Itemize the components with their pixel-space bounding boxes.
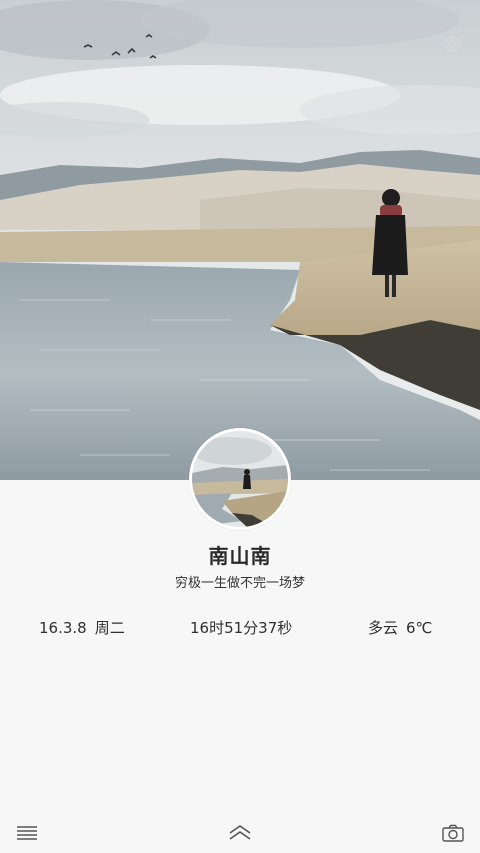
profile-name: 南山南 [208,544,272,568]
date-display: 16.3.8 周二 [39,617,125,638]
settings-button[interactable] [438,30,466,58]
chevron-up-icon [229,825,251,840]
weather-text: 多云 [368,619,399,637]
menu-button[interactable] [12,820,42,846]
hamburger-menu-icon [17,826,37,840]
header-photo [0,0,480,480]
info-row: 16.3.8 周二 16时51分37秒 多云 6℃ [0,617,480,639]
profile-motto: 穷极一生做不完一场梦 [174,576,305,591]
weekday-text: 周二 [94,619,125,637]
gear-icon [443,35,461,53]
avatar-image [192,431,288,527]
camera-icon [442,824,464,842]
landscape-photo [0,0,480,480]
temperature-text: 6℃ [406,619,433,637]
weather-display[interactable]: 多云 6℃ [368,617,432,638]
expand-up-button[interactable] [225,820,255,846]
camera-button[interactable] [438,820,468,846]
avatar[interactable] [189,428,291,530]
time-text: 16时51分37秒 [190,619,293,637]
date-text: 16.3.8 [39,619,87,637]
time-display: 16时51分37秒 [190,617,292,638]
